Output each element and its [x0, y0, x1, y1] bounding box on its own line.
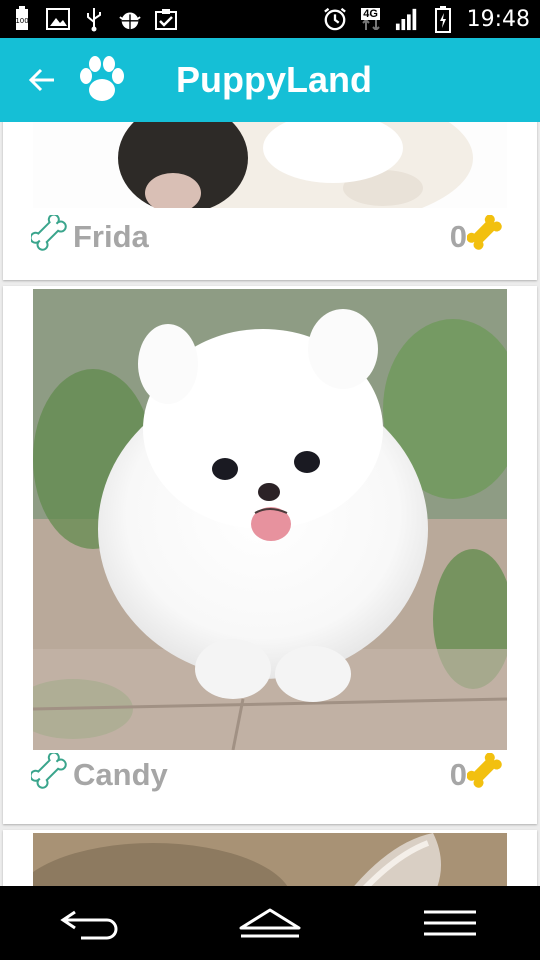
bone-outline-icon[interactable]	[29, 213, 71, 260]
puppy-photo[interactable]	[33, 122, 507, 208]
alarm-icon	[323, 7, 347, 31]
app-title: PuppyLand	[176, 59, 372, 100]
status-bar: 100 4G 19:48	[0, 0, 540, 38]
puppy-photo[interactable]	[33, 833, 507, 886]
nav-back-button[interactable]	[45, 893, 135, 953]
back-nav-icon	[60, 910, 118, 940]
checklist-icon	[154, 7, 178, 31]
puppy-card[interactable]	[3, 830, 537, 886]
network-type-label: 4G	[361, 8, 380, 20]
image-icon	[46, 7, 70, 31]
back-button[interactable]	[14, 52, 70, 108]
like-count: 0	[449, 757, 467, 792]
usb-icon	[82, 7, 106, 32]
system-nav-bar	[0, 886, 540, 960]
android-debug-icon	[118, 7, 142, 31]
bone-filled-icon[interactable]	[466, 752, 507, 798]
menu-nav-icon	[424, 910, 476, 936]
signal-icon	[395, 7, 419, 31]
card-caption: Frida 0	[29, 213, 507, 260]
puppy-feed[interactable]: Frida 0 Candy 0	[0, 122, 540, 886]
svg-text:100: 100	[15, 17, 28, 25]
puppy-card[interactable]: Frida 0	[3, 122, 537, 280]
bone-outline-icon[interactable]	[29, 751, 71, 798]
battery-charging-icon	[431, 6, 455, 33]
home-nav-icon	[239, 908, 301, 938]
like-count: 0	[449, 219, 467, 254]
bone-filled-icon[interactable]	[466, 214, 507, 260]
puppy-photo[interactable]	[33, 289, 507, 750]
battery-100-icon: 100	[10, 6, 34, 31]
nav-menu-button[interactable]	[405, 893, 495, 953]
paw-icon	[74, 52, 130, 108]
arrow-back-icon	[28, 68, 54, 92]
nav-home-button[interactable]	[225, 893, 315, 953]
puppy-card[interactable]: Candy 0	[3, 286, 537, 824]
card-caption: Candy 0	[29, 751, 507, 798]
pet-name: Candy	[73, 757, 168, 792]
4g-icon: 4G	[359, 7, 383, 31]
pet-name: Frida	[73, 219, 149, 254]
app-bar: PuppyLand	[0, 38, 540, 122]
clock: 19:48	[466, 6, 530, 32]
